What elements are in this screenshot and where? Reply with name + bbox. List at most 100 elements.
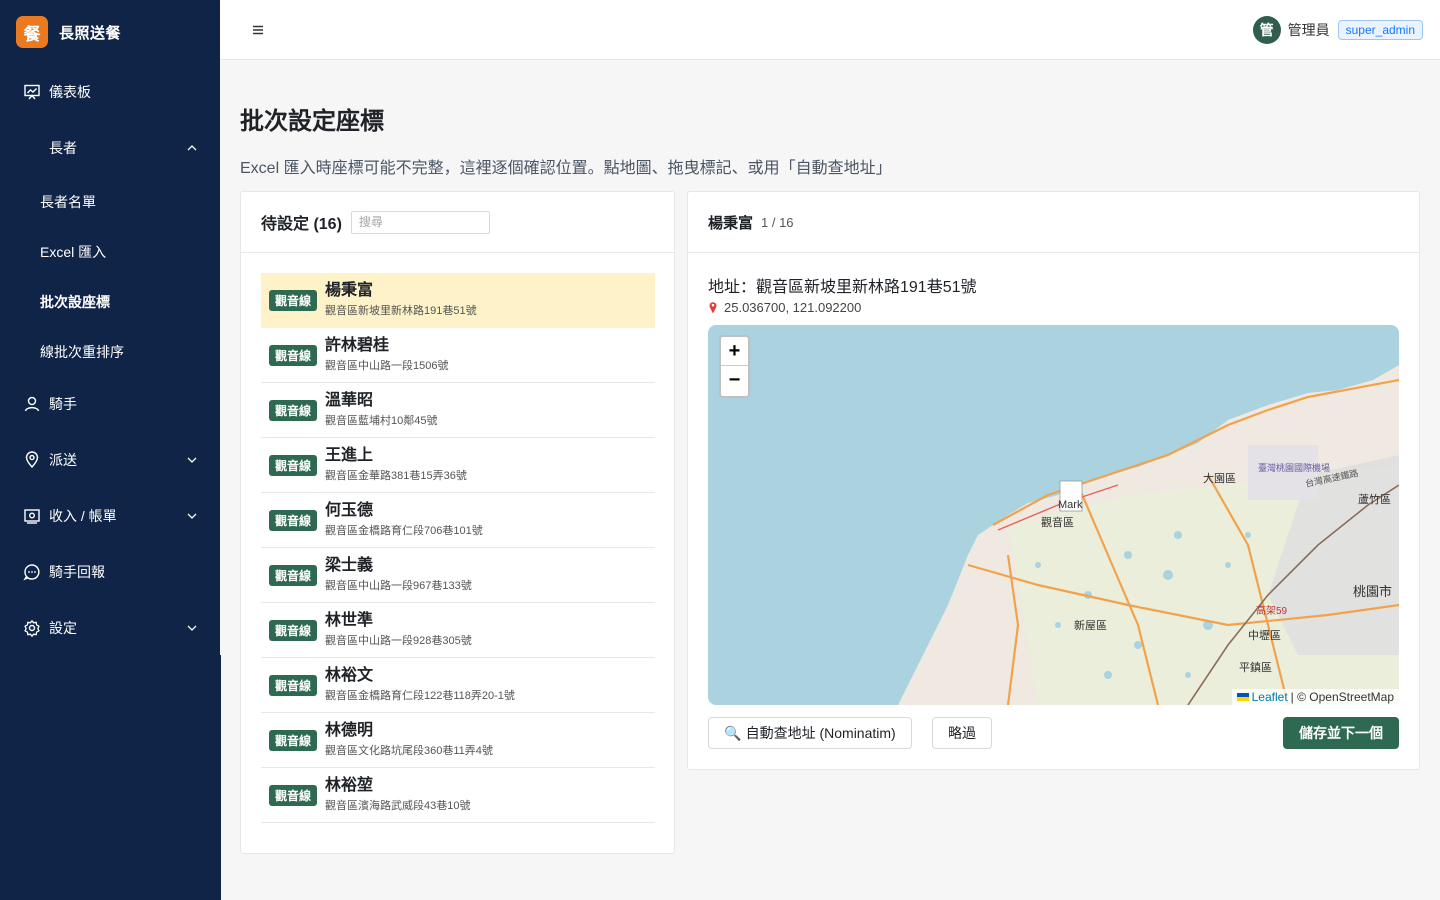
- list-item[interactable]: 觀音線 梁士義 觀音區中山路一段967巷133號: [261, 548, 655, 603]
- route-tag: 觀音線: [269, 344, 318, 366]
- coordinate-editor-card: 楊秉富 1 / 16 地址：觀音區新坡里新林路191巷51號 25.036700…: [687, 191, 1420, 770]
- sidebar-item-elder-list[interactable]: 長者名單: [40, 192, 96, 212]
- elder-address: 觀音區文化路坑尾段360巷11弄4號: [325, 745, 493, 757]
- sidebar-item-label: 長者: [49, 140, 77, 156]
- ukraine-flag-icon: [1236, 693, 1249, 701]
- progress-counter: 1 / 16: [761, 214, 794, 230]
- leaflet-link[interactable]: Leaflet: [1252, 690, 1288, 704]
- menu-toggle-icon[interactable]: [251, 23, 265, 37]
- sidebar-item-riders[interactable]: 騎手: [0, 394, 220, 414]
- elder-address: 觀音區藍埔村10鄰45號: [325, 415, 438, 427]
- elder-address: 觀音區中山路一段967巷133號: [325, 580, 472, 592]
- list-item[interactable]: 觀音線 許林碧桂 觀音區中山路一段1506號: [261, 328, 655, 383]
- skip-button[interactable]: 略過: [932, 717, 992, 749]
- sidebar-item-label: 騎手: [49, 396, 77, 412]
- chevron-down-icon: [187, 457, 197, 463]
- sidebar-item-delivery[interactable]: 派送: [0, 450, 220, 470]
- elder-name: 林德明: [325, 722, 374, 739]
- sidebar-item-label: 派送: [49, 452, 77, 468]
- top-header: 管 管理員 super_admin: [220, 0, 1440, 60]
- route-tag: 觀音線: [269, 399, 318, 421]
- map-attribution: Leaflet | © OpenStreetMap: [1231, 689, 1399, 705]
- sidebar-item-label: 設定: [49, 620, 77, 636]
- elder-address: 觀音區金華路381巷15弄36號: [325, 470, 467, 482]
- sidebar-item-label: 收入 / 帳單: [49, 508, 117, 524]
- pending-list-title: 待設定 (16): [261, 216, 342, 233]
- map-view[interactable]: Mark 大園區 臺灣桃園國際機場 台灣高速鐵路 蘆竹區 觀音區 新屋區 中壢區…: [708, 325, 1399, 705]
- pin-icon: [709, 302, 717, 314]
- list-item-text: 楊秉富 觀音區新坡里新林路191巷51號: [325, 282, 477, 318]
- zoom-control: + −: [719, 335, 750, 398]
- editor-header: 楊秉富 1 / 16: [688, 192, 1419, 253]
- coordinate-text: 25.036700, 121.092200: [724, 300, 862, 315]
- chevron-up-icon: [187, 145, 197, 151]
- page-description: Excel 匯入時座標可能不完整，這裡逐個確認位置。點地圖、拖曳標記、或用「自動…: [240, 160, 892, 177]
- address-line: 地址：觀音區新坡里新林路191巷51號: [708, 279, 977, 296]
- page-title: 批次設定座標: [240, 108, 384, 135]
- map-label-guanyin: 觀音區: [1041, 515, 1074, 529]
- elder-name: 溫華昭: [325, 392, 374, 409]
- osm-attribution: | © OpenStreetMap: [1290, 690, 1394, 704]
- list-item[interactable]: 觀音線 楊秉富 觀音區新坡里新林路191巷51號: [261, 273, 655, 328]
- route-tag: 觀音線: [269, 289, 318, 311]
- list-item[interactable]: 觀音線 王進上 觀音區金華路381巷15弄36號: [261, 438, 655, 493]
- elder-address: 觀音區金橋路育仁段122巷118弄20-1號: [325, 690, 515, 702]
- zoom-in-button[interactable]: +: [721, 337, 748, 366]
- search-input[interactable]: [350, 210, 490, 234]
- zoom-out-button[interactable]: −: [721, 366, 748, 395]
- brand-name: 長照送餐: [59, 24, 122, 42]
- billing-icon: [24, 509, 40, 524]
- list-item[interactable]: 觀音線 溫華昭觀音區藍埔村10鄰45號: [261, 383, 655, 438]
- map-label-zhongli: 中壢區: [1248, 628, 1281, 642]
- route-tag: 觀音線: [269, 729, 318, 751]
- list-item-text: 林裕文觀音區金橋路育仁段122巷118弄20-1號: [325, 667, 515, 703]
- pending-list-card: 待設定 (16) 觀音線楊秉富觀音區新坡里新林路191巷51號觀音線許林碧桂觀音…: [240, 191, 675, 854]
- route-tag: 觀音線: [269, 509, 318, 531]
- user-icon: [24, 396, 40, 412]
- elder-name: 林裕堃: [325, 777, 374, 794]
- sidebar-item-label: 儀表板: [49, 84, 91, 100]
- map-label-xinwu: 新屋區: [1074, 618, 1107, 632]
- brand: 餐 長照送餐: [0, 0, 220, 64]
- sidebar-item-settings[interactable]: 設定: [0, 618, 220, 638]
- list-item-text: 林世準 觀音區中山路一段928巷305號: [325, 612, 472, 648]
- list-item-text: 梁士義 觀音區中山路一段967巷133號: [325, 557, 472, 593]
- list-item-text: 王進上 觀音區金華路381巷15弄36號: [325, 447, 467, 483]
- sidebar-item-batch-coords[interactable]: 批次設座標: [40, 292, 110, 312]
- route-tag: 觀音線: [269, 564, 318, 586]
- sidebar-item-dashboard[interactable]: 儀表板: [0, 82, 220, 102]
- map-label-luzhu: 蘆竹區: [1358, 492, 1391, 506]
- sidebar-item-billing[interactable]: 收入 / 帳單: [0, 506, 220, 526]
- elder-name: 何玉德: [325, 502, 374, 519]
- elder-name: 林裕文: [325, 667, 374, 684]
- chevron-down-icon: [187, 625, 197, 631]
- list-item[interactable]: 觀音線 林裕文 觀音區金橋路育仁段122巷118弄20-1號: [261, 658, 655, 713]
- list-item[interactable]: 觀音線 林德明觀音區文化路坑尾段360巷11弄4號: [261, 713, 655, 768]
- sidebar-item-route-reorder[interactable]: 線批次重排序: [40, 342, 124, 362]
- pending-list: 觀音線 楊秉富 觀音區新坡里新林路191巷51號 觀音線 許林碧桂 觀音區中山路一段150…: [261, 273, 655, 823]
- list-item-text: 何玉德 觀音區金橋路育仁段706巷101號: [325, 502, 483, 538]
- sidebar-item-elders[interactable]: 長者: [0, 138, 220, 158]
- save-next-button[interactable]: 儲存並下一個: [1283, 717, 1399, 749]
- user-name: 管理員: [1287, 22, 1330, 38]
- brand-logo: 餐: [16, 16, 48, 48]
- auto-geocode-button[interactable]: 🔍 自動查地址 (Nominatim): [708, 717, 912, 749]
- sidebar-edge: [220, 655, 221, 900]
- map-tiles: Mark 大園區 臺灣桃園國際機場 台灣高速鐵路 蘆竹區 觀音區 新屋區 中壢區…: [898, 365, 1399, 705]
- coordinate-readout: 25.036700, 121.092200: [708, 300, 861, 315]
- location-icon: [25, 451, 39, 469]
- sidebar-item-excel-import[interactable]: Excel 匯入: [40, 242, 106, 262]
- map-label-highway: 高架59: [1256, 604, 1288, 617]
- route-tag: 觀音線: [269, 619, 318, 641]
- list-item[interactable]: 觀音線 林世準 觀音區中山路一段928巷305號: [261, 603, 655, 658]
- list-item[interactable]: 觀音線 何玉德 觀音區金橋路育仁段706巷101號: [261, 493, 655, 548]
- list-item[interactable]: 觀音線 林裕堃 觀音區濱海路武威段43巷10號: [261, 768, 655, 823]
- sidebar-item-rider-reports[interactable]: 騎手回報: [0, 562, 220, 582]
- map-label-taoyuan: 桃園市: [1353, 584, 1392, 599]
- map-label-pingzhen: 平鎮區: [1239, 660, 1272, 674]
- user-menu[interactable]: 管 管理員 super_admin: [1252, 16, 1423, 44]
- pending-list-header: 待設定 (16): [241, 192, 674, 253]
- elder-name: 林世準: [325, 612, 374, 629]
- list-item-text: 林裕堃 觀音區濱海路武威段43巷10號: [325, 777, 470, 813]
- sidebar-item-label: 騎手回報: [49, 564, 105, 580]
